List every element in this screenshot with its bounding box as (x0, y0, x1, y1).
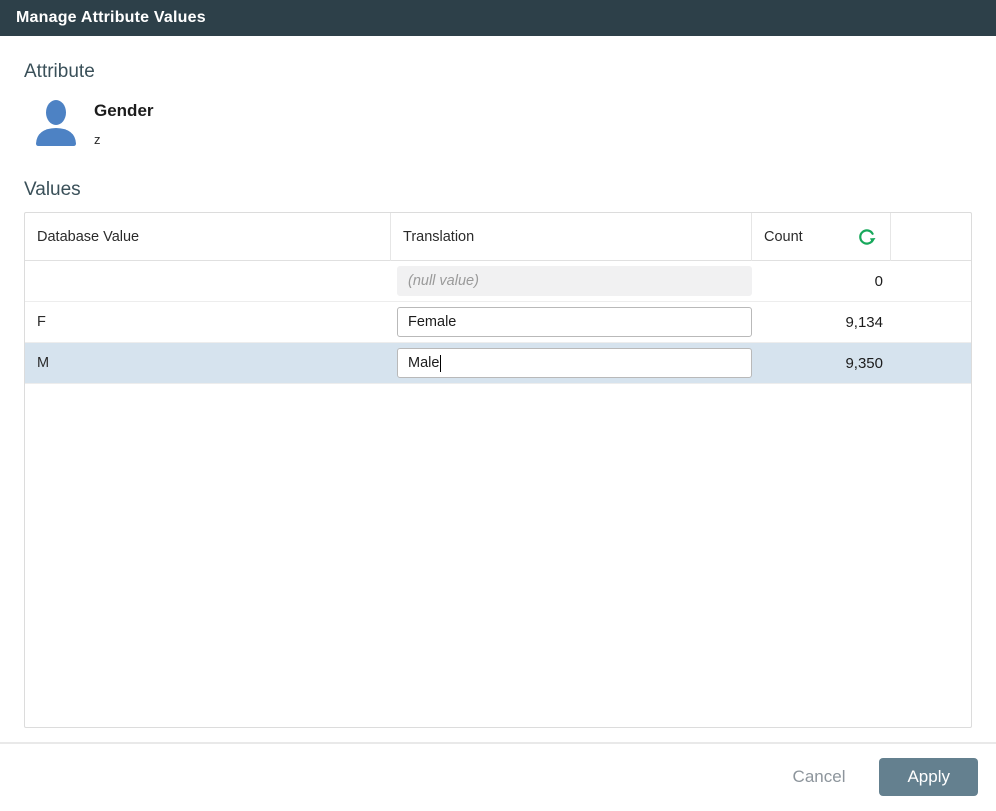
column-header-database-value: Database Value (25, 213, 391, 261)
count-cell: 9,134 (752, 314, 891, 331)
dialog-content: Attribute Gender z Values Database Value… (0, 61, 996, 728)
column-header-actions (891, 213, 971, 261)
table-header-row: Database Value Translation Count (25, 213, 971, 261)
attribute-text: Gender z (94, 97, 154, 147)
column-header-translation: Translation (391, 213, 752, 261)
dialog-footer: Cancel Apply (0, 744, 996, 796)
table-row[interactable]: (null value) 0 (25, 261, 971, 302)
translation-value: Female (408, 314, 456, 330)
database-value-cell: F (25, 314, 391, 330)
refresh-icon (857, 227, 877, 247)
count-cell: 9,350 (752, 355, 891, 372)
translation-placeholder: (null value) (408, 273, 479, 289)
translation-input-f[interactable]: Female (397, 307, 752, 337)
translation-input-m[interactable]: Male (397, 348, 752, 378)
translation-value: Male (408, 355, 439, 371)
dialog-title: Manage Attribute Values (16, 9, 206, 27)
count-header-label: Count (764, 229, 803, 245)
database-value-cell: M (25, 355, 391, 371)
apply-button[interactable]: Apply (879, 758, 978, 796)
table-row[interactable]: F Female 9,134 (25, 302, 971, 343)
dialog-titlebar: Manage Attribute Values (0, 0, 996, 36)
attribute-section-label: Attribute (24, 61, 972, 83)
attribute-name: Gender (94, 101, 154, 121)
table-row-selected[interactable]: M Male 9,350 (25, 343, 971, 384)
person-icon (30, 97, 82, 149)
translation-input-null[interactable]: (null value) (397, 266, 752, 296)
values-section-label: Values (24, 179, 972, 201)
count-cell: 0 (752, 273, 891, 290)
values-table: Database Value Translation Count (null v… (24, 212, 972, 728)
text-cursor (440, 355, 441, 372)
attribute-summary: Gender z (24, 97, 972, 149)
cancel-button[interactable]: Cancel (773, 759, 866, 795)
attribute-description: z (94, 132, 154, 147)
refresh-counts-button[interactable] (856, 226, 878, 248)
column-header-count: Count (752, 213, 891, 261)
